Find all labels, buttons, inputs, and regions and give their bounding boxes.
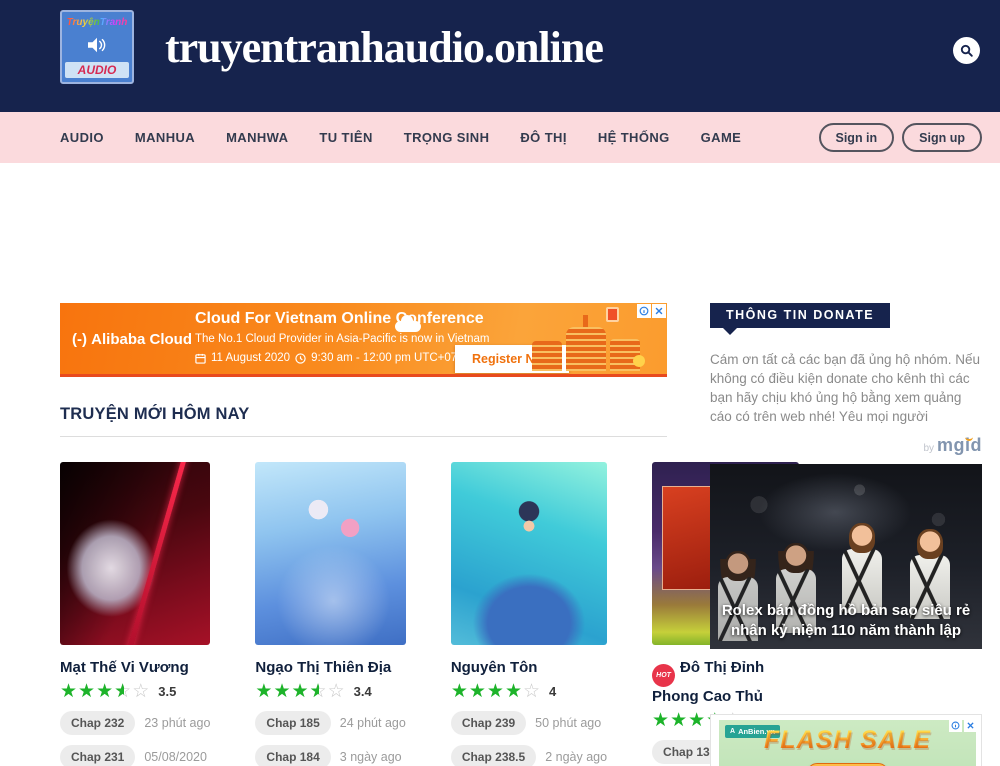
cloud-illustration <box>395 321 421 332</box>
rating-value: 3.4 <box>354 684 372 699</box>
nav-item-audio[interactable]: AUDIO <box>60 130 104 145</box>
mgid-by-label: by <box>923 443 934 454</box>
native-ad-caption: Rolex bán đồng hồ bản sao siêu rẻ nhân k… <box>710 601 982 641</box>
rating: ★★★☆★☆ 3.5 <box>60 682 210 701</box>
chapter-link[interactable]: Chap 239 <box>451 711 526 735</box>
alibaba-cloud-logo: (-) Alibaba Cloud <box>72 331 192 348</box>
calendar-icon <box>195 353 206 364</box>
comic-cover[interactable] <box>451 462 607 645</box>
star-rating: ★★★☆★☆ <box>60 682 150 701</box>
section-divider <box>60 436 667 437</box>
chapter-row: Chap 231 05/08/2020 <box>60 745 210 766</box>
chapter-time: 50 phút ago <box>535 716 601 730</box>
chapter-link[interactable]: Chap 238.5 <box>451 745 536 766</box>
chapter-row: Chap 238.5 2 ngày ago <box>451 745 607 766</box>
site-logo[interactable]: TruyệnTranh AUDIO <box>60 10 134 84</box>
donate-heading: THÔNG TIN DONATE <box>710 303 890 328</box>
main-nav: AUDIO MANHUA MANHWA TU TIÊN TRỌNG SINH Đ… <box>0 112 1000 163</box>
chapter-row: Chap 185 24 phút ago <box>255 711 405 735</box>
ad-controls <box>637 304 666 318</box>
chapter-row: Chap 232 23 phút ago <box>60 711 210 735</box>
ad-time: 9:30 am - 12:00 pm UTC+07:00 <box>311 352 473 364</box>
sign-in-button[interactable]: Sign in <box>819 123 895 152</box>
logo-text: TruyệnTranh <box>67 17 128 28</box>
ad-info-icon[interactable] <box>949 719 962 732</box>
alibaba-cloud-ad-banner[interactable]: (-) Alibaba Cloud Cloud For Vietnam Onli… <box>60 303 667 377</box>
chapter-time: 24 phút ago <box>340 716 406 730</box>
comic-card: Mạt Thế Vi Vương ★★★☆★☆ 3.5 Chap 232 23 … <box>60 462 210 766</box>
star-rating: ★★★★☆ <box>451 682 541 701</box>
nav-item-game[interactable]: GAME <box>701 130 742 145</box>
chapter-row: Chap 239 50 phút ago <box>451 711 607 735</box>
flash-sale-title: FLASH SALE <box>719 726 976 755</box>
nav-item-manhua[interactable]: MANHUA <box>135 130 195 145</box>
ad-controls <box>949 719 977 732</box>
flash-sale-creative: AnBien.vn FLASH SALE XEM NGAY <box>719 720 976 766</box>
city-illustration <box>532 319 647 371</box>
ad-info-icon[interactable] <box>637 304 651 318</box>
ad-date: 11 August 2020 <box>211 352 290 364</box>
native-ad-image[interactable]: Rolex bán đồng hồ bản sao siêu rẻ nhân k… <box>710 464 982 649</box>
comic-cover[interactable] <box>255 462 405 645</box>
logo-audio-label: AUDIO <box>65 62 129 78</box>
chapter-time: 3 ngày ago <box>340 750 402 764</box>
comic-title[interactable]: Ngạo Thị Thiên Địa <box>255 658 405 678</box>
section-title: TRUYỆN MỚI HÔM NAY <box>60 405 249 424</box>
site-title[interactable]: truyentranhaudio.online <box>165 22 603 73</box>
mgid-logo: mgid <box>937 435 982 455</box>
nav-item-he-thong[interactable]: HỆ THỐNG <box>598 130 670 145</box>
chapter-link[interactable]: Chap 185 <box>255 711 330 735</box>
chapter-row: Chap 184 3 ngày ago <box>255 745 405 766</box>
auth-buttons: Sign in Sign up <box>819 123 983 152</box>
rating: ★★★☆★☆ 3.4 <box>255 682 405 701</box>
comic-cover[interactable] <box>60 462 210 645</box>
sidebar: THÔNG TIN DONATE Cám ơn tất cả các bạn đ… <box>710 303 982 766</box>
ad-close-icon[interactable] <box>652 304 666 318</box>
nav-item-trong-sinh[interactable]: TRỌNG SINH <box>404 130 490 145</box>
chapter-time: 2 ngày ago <box>545 750 607 764</box>
ad-close-icon[interactable] <box>964 719 977 732</box>
chapter-time: 23 phút ago <box>144 716 210 730</box>
header: TruyệnTranh AUDIO truyentranhaudio.onlin… <box>0 0 1000 112</box>
nav-item-tu-tien[interactable]: TU TIÊN <box>319 130 372 145</box>
ad-headline: Cloud For Vietnam Online Conference <box>195 310 484 328</box>
chapter-link[interactable]: Chap 231 <box>60 745 135 766</box>
speaker-icon <box>86 36 108 54</box>
page: TruyệnTranh AUDIO truyentranhaudio.onlin… <box>0 0 1000 766</box>
star-rating: ★★★☆★☆ <box>255 682 345 701</box>
rating: ★★★★☆ 4 <box>451 682 607 701</box>
comic-card: Ngạo Thị Thiên Địa ★★★☆★☆ 3.4 Chap 185 2… <box>255 462 405 766</box>
nav-item-manhwa[interactable]: MANHWA <box>226 130 288 145</box>
tree-illustration <box>633 355 645 367</box>
search-icon <box>959 43 974 58</box>
ad-date-time: 11 August 2020 9:30 am - 12:00 pm UTC+07… <box>195 352 473 364</box>
chapter-link[interactable]: Chap 184 <box>255 745 330 766</box>
ad-subline: The No.1 Cloud Provider in Asia-Pacific … <box>195 333 489 345</box>
flash-sale-ad[interactable]: AnBien.vn FLASH SALE XEM NGAY <box>710 714 982 766</box>
rating-value: 4 <box>549 684 556 699</box>
comic-title[interactable]: Mạt Thế Vi Vương <box>60 658 210 678</box>
donate-text: Cám ơn tất cả các bạn đã ủng hộ nhóm. Nế… <box>710 350 982 426</box>
hot-badge: HOT <box>652 664 675 687</box>
comic-card: Nguyên Tôn ★★★★☆ 4 Chap 239 50 phút ago … <box>451 462 607 766</box>
mgid-attribution[interactable]: bymgid <box>710 435 982 456</box>
clock-icon <box>295 353 306 364</box>
chapter-link[interactable]: Chap 232 <box>60 711 135 735</box>
rating-value: 3.5 <box>158 684 176 699</box>
comic-grid: Mạt Thế Vi Vương ★★★☆★☆ 3.5 Chap 232 23 … <box>60 462 667 766</box>
search-button[interactable] <box>953 37 980 64</box>
comic-title[interactable]: Nguyên Tôn <box>451 658 607 678</box>
sign-up-button[interactable]: Sign up <box>902 123 982 152</box>
chapter-time: 05/08/2020 <box>144 750 207 764</box>
nav-item-do-thi[interactable]: ĐÔ THỊ <box>520 130 566 145</box>
